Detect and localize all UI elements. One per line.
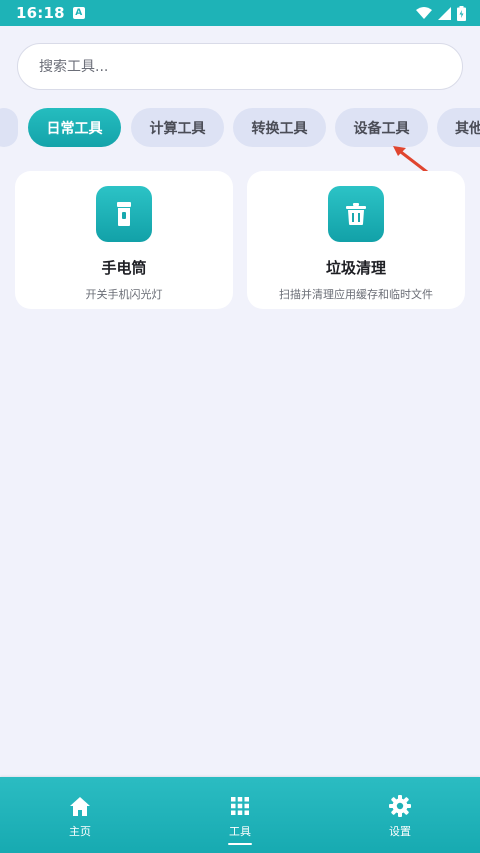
home-icon	[70, 795, 90, 817]
grid-icon	[231, 795, 249, 817]
tool-card-junk-clean[interactable]: 垃圾清理 扫描并清理应用缓存和临时文件	[247, 171, 465, 309]
tool-description: 开关手机闪光灯	[85, 288, 163, 301]
tool-title: 手电筒	[101, 259, 147, 277]
status-bar: 16:18 A	[0, 0, 480, 26]
tab-calc-tools[interactable]: 计算工具	[131, 108, 224, 147]
nav-label: 设置	[389, 825, 411, 838]
trash-icon-box	[328, 186, 384, 242]
nav-settings[interactable]: 设置	[340, 777, 460, 853]
search-input[interactable]	[39, 58, 462, 75]
tab-other-tools[interactable]: 其他工具	[437, 108, 480, 147]
tool-description: 扫描并清理应用缓存和临时文件	[279, 288, 433, 301]
nav-label: 工具	[229, 825, 251, 838]
tab-daily-tools[interactable]: 日常工具	[28, 108, 121, 147]
nav-home[interactable]: 主页	[20, 777, 140, 853]
tab-partial-previous[interactable]	[0, 108, 18, 147]
nav-tools[interactable]: 工具	[180, 777, 300, 853]
status-time: 16:18	[16, 4, 65, 22]
bottom-nav: 主页 工具 设置	[0, 777, 480, 853]
active-indicator	[228, 843, 252, 845]
gear-icon	[389, 795, 411, 817]
tab-convert-tools[interactable]: 转换工具	[233, 108, 326, 147]
tool-card-flashlight[interactable]: 手电筒 开关手机闪光灯	[15, 171, 233, 309]
flashlight-icon-box	[96, 186, 152, 242]
signal-icon	[438, 6, 451, 20]
trash-icon	[346, 203, 366, 225]
notification-icon: A	[72, 7, 85, 19]
battery-icon	[457, 5, 466, 21]
nav-label: 主页	[69, 825, 91, 838]
status-indicators	[416, 5, 466, 21]
search-bar[interactable]	[17, 43, 463, 90]
flashlight-icon	[117, 202, 131, 226]
wifi-icon	[416, 7, 432, 19]
tool-title: 垃圾清理	[325, 259, 386, 277]
